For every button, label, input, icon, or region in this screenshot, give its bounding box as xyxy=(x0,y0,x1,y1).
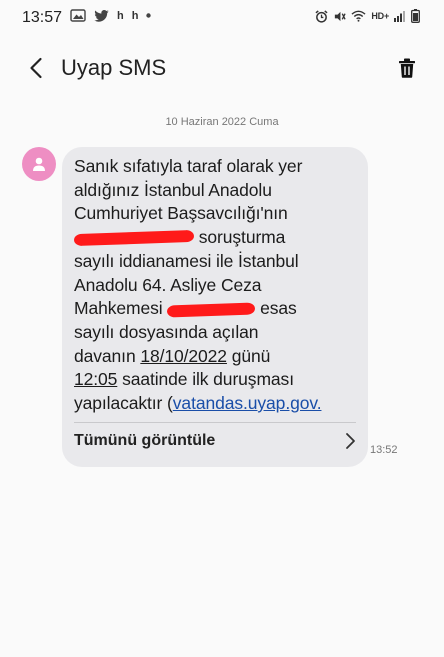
message-timestamp: 13:52 xyxy=(370,444,398,456)
message-fragment: günü xyxy=(231,345,271,366)
signal-icon xyxy=(394,10,406,22)
h-notification-icon: h xyxy=(131,9,139,22)
battery-icon xyxy=(411,9,420,23)
message-line: Sanık sıfatıyla taraf olarak yer xyxy=(74,156,303,176)
message-fragment: Mahkemesi xyxy=(74,298,163,319)
date-divider: 10 Haziran 2022 Cuma xyxy=(165,116,279,128)
message-bubble[interactable]: Sanık sıfatıyla taraf olarak yer aldığın… xyxy=(62,147,368,467)
gallery-icon xyxy=(70,9,86,22)
person-icon xyxy=(33,157,45,171)
view-all-button[interactable]: Tümünü görüntüle xyxy=(74,423,356,459)
chevron-right-icon xyxy=(346,432,355,449)
url-link[interactable]: vatandas.uyap.gov. xyxy=(173,393,322,413)
message-fragment: davanın xyxy=(74,345,136,366)
message-line: aldığınız İstanbul Anadolu xyxy=(74,179,272,200)
message-line: Mahkemesi esas xyxy=(74,297,356,321)
h-notification-icon: h xyxy=(117,9,124,22)
status-notification-icons: h h xyxy=(70,9,152,22)
message-line: soruşturma xyxy=(73,226,356,250)
message-fragment: soruşturma xyxy=(198,227,286,248)
screen: 13:57 h h HD+ Uyap SMS 10 Haziran 2022 C… xyxy=(0,0,444,657)
message-fragment: saatinde ilk duruşması xyxy=(122,369,294,390)
status-system-icons: HD+ xyxy=(315,9,420,23)
view-all-label: Tümünü görüntüle xyxy=(74,431,216,449)
date-link[interactable]: 18/10/2022 xyxy=(140,346,227,366)
back-arrow-icon xyxy=(30,57,42,79)
conversation-title: Uyap SMS xyxy=(61,55,167,80)
twitter-icon xyxy=(94,9,109,22)
message-line: 12:05 saatinde ilk duruşması xyxy=(74,368,356,392)
time-link[interactable]: 12:05 xyxy=(74,369,117,389)
message-line: sayılı iddianamesi ile İstanbul xyxy=(74,250,299,271)
redaction-mark xyxy=(73,230,195,247)
delete-button[interactable] xyxy=(392,53,422,83)
dot-icon xyxy=(146,13,152,18)
app-bar: Uyap SMS xyxy=(0,36,444,100)
message-line: Cumhuriyet Başsavcılığı'nın xyxy=(74,203,288,224)
message-text: Sanık sıfatıyla taraf olarak yer aldığın… xyxy=(73,155,356,416)
status-time: 13:57 xyxy=(22,9,63,26)
alarm-icon xyxy=(315,9,328,23)
message-line: sayılı dosyasında açılan xyxy=(74,321,259,342)
wifi-icon xyxy=(351,10,366,22)
redaction-mark xyxy=(167,302,256,318)
message-line: yapılacaktır (vatandas.uyap.gov. xyxy=(74,392,356,416)
back-button[interactable] xyxy=(20,52,52,84)
trash-icon xyxy=(399,58,415,78)
message-line: Anadolu 64. Asliye Ceza xyxy=(74,274,262,295)
message-line: davanın 18/10/2022 günü xyxy=(74,345,356,369)
message-fragment: esas xyxy=(260,298,297,319)
status-bar: 13:57 h h HD+ xyxy=(0,0,444,36)
sender-avatar[interactable] xyxy=(22,147,56,181)
network-type-label: HD+ xyxy=(371,11,389,21)
mute-icon xyxy=(333,10,346,23)
message-fragment: yapılacaktır ( xyxy=(74,393,173,414)
